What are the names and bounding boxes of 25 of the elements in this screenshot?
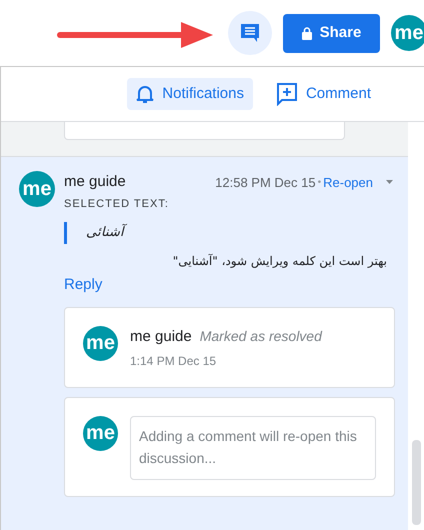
- caret-icon[interactable]: [386, 180, 393, 184]
- timestamp: 1:14 PM Dec 15: [130, 353, 218, 370]
- header-button[interactable]: Notifications: [127, 78, 253, 110]
- status-text: Marked as resolved: [200, 326, 322, 346]
- lock-icon: [302, 26, 312, 40]
- avatar: me: [83, 326, 118, 360]
- comment-text: بهتر است این کلمه ویرایش شود، "آشنایی": [172, 253, 387, 270]
- comments-button[interactable]: [228, 11, 272, 55]
- avatar: me: [83, 416, 118, 450]
- scrollbar-thumb[interactable]: [412, 440, 421, 525]
- selected-text-label: SELECTED TEXT:: [64, 196, 170, 212]
- author-name: me guide: [130, 326, 192, 346]
- comment-icon: [239, 22, 261, 44]
- reopen-link[interactable]: Re-open: [323, 172, 373, 192]
- add-comment-icon: [276, 82, 298, 106]
- separator-dot: •: [318, 176, 322, 190]
- timestamp: 12:58 PM Dec 15: [215, 174, 316, 192]
- bell-icon: [136, 84, 154, 104]
- avatar: me: [391, 15, 424, 51]
- reply-link[interactable]: Reply: [64, 274, 102, 296]
- avatar: me: [19, 171, 55, 207]
- comment-field[interactable]: Adding a comment will re-open this discussion...: [130, 416, 376, 480]
- author-name: me guide: [64, 172, 126, 192]
- share-button[interactable]: Share: [283, 14, 380, 52]
- header-button[interactable]: Comment: [266, 78, 380, 110]
